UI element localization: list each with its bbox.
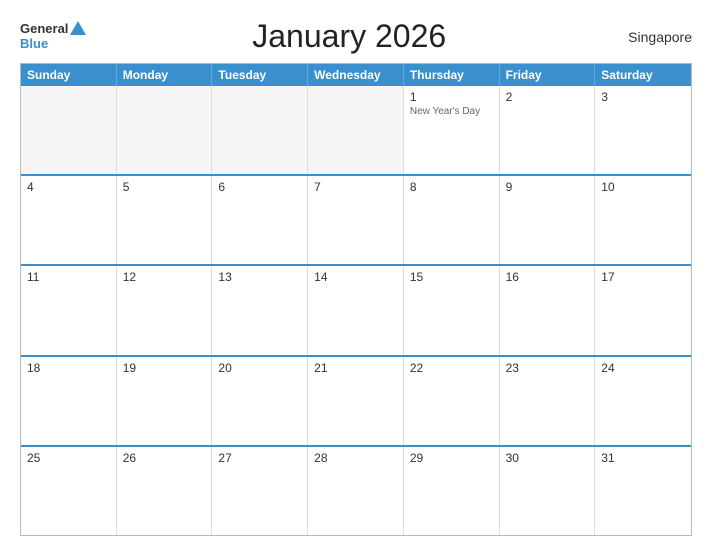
logo: General Blue [20, 22, 86, 51]
day-header-sunday: Sunday [21, 64, 117, 86]
day-cell: 21 [308, 357, 404, 445]
holiday-label: New Year's Day [410, 106, 493, 118]
calendar-grid: SundayMondayTuesdayWednesdayThursdayFrid… [20, 63, 692, 536]
day-cell: 7 [308, 176, 404, 264]
day-number: 11 [27, 270, 110, 284]
day-number: 10 [601, 180, 685, 194]
day-cell: 20 [212, 357, 308, 445]
day-header-saturday: Saturday [595, 64, 691, 86]
calendar-header: General Blue January 2026 Singapore [20, 18, 692, 55]
day-number: 17 [601, 270, 685, 284]
day-number: 18 [27, 361, 110, 375]
day-cell: 18 [21, 357, 117, 445]
day-cell: 9 [500, 176, 596, 264]
day-cell: 12 [117, 266, 213, 354]
day-cell [21, 86, 117, 174]
day-cell: 10 [595, 176, 691, 264]
day-number: 2 [506, 90, 589, 104]
day-number: 30 [506, 451, 589, 465]
day-number: 22 [410, 361, 493, 375]
day-header-monday: Monday [117, 64, 213, 86]
day-number: 26 [123, 451, 206, 465]
region-label: Singapore [612, 29, 692, 45]
day-number: 25 [27, 451, 110, 465]
day-number: 28 [314, 451, 397, 465]
day-number: 3 [601, 90, 685, 104]
day-headers-row: SundayMondayTuesdayWednesdayThursdayFrid… [21, 64, 691, 86]
day-cell: 13 [212, 266, 308, 354]
day-header-thursday: Thursday [404, 64, 500, 86]
day-cell: 30 [500, 447, 596, 535]
day-cell: 31 [595, 447, 691, 535]
day-number: 29 [410, 451, 493, 465]
day-cell: 5 [117, 176, 213, 264]
day-cell: 19 [117, 357, 213, 445]
calendar-title: January 2026 [86, 18, 612, 55]
week-row-3: 11 12 13 14 15 16 17 [21, 264, 691, 354]
day-number: 4 [27, 180, 110, 194]
day-cell: 25 [21, 447, 117, 535]
day-cell [117, 86, 213, 174]
day-cell: 16 [500, 266, 596, 354]
day-cell [212, 86, 308, 174]
calendar-page: General Blue January 2026 Singapore Sund… [0, 0, 712, 550]
day-number: 7 [314, 180, 397, 194]
day-number: 19 [123, 361, 206, 375]
day-number: 8 [410, 180, 493, 194]
logo-block: General Blue [20, 22, 86, 51]
day-cell: 6 [212, 176, 308, 264]
day-cell: 17 [595, 266, 691, 354]
logo-triangle-icon [70, 21, 86, 35]
day-cell: 11 [21, 266, 117, 354]
day-number: 20 [218, 361, 301, 375]
day-number: 15 [410, 270, 493, 284]
day-number: 12 [123, 270, 206, 284]
day-number: 23 [506, 361, 589, 375]
day-header-tuesday: Tuesday [212, 64, 308, 86]
day-header-friday: Friday [500, 64, 596, 86]
day-number: 27 [218, 451, 301, 465]
day-number: 5 [123, 180, 206, 194]
day-cell: 2 [500, 86, 596, 174]
day-number: 16 [506, 270, 589, 284]
day-cell: 3 [595, 86, 691, 174]
day-cell: 4 [21, 176, 117, 264]
day-cell: 22 [404, 357, 500, 445]
day-number: 31 [601, 451, 685, 465]
day-number: 13 [218, 270, 301, 284]
day-cell: 29 [404, 447, 500, 535]
week-row-1: 1 New Year's Day 23 [21, 86, 691, 174]
day-cell [308, 86, 404, 174]
logo-general: General [20, 22, 68, 36]
day-cell: 15 [404, 266, 500, 354]
day-cell: 28 [308, 447, 404, 535]
day-number: 24 [601, 361, 685, 375]
week-row-5: 25 26 27 28 29 30 31 [21, 445, 691, 535]
day-number: 21 [314, 361, 397, 375]
day-cell: 8 [404, 176, 500, 264]
day-number: 1 [410, 90, 493, 104]
day-cell: 23 [500, 357, 596, 445]
day-number: 14 [314, 270, 397, 284]
day-cell: 1 New Year's Day [404, 86, 500, 174]
weeks-container: 1New Year's Day2345678910111213141516171… [21, 86, 691, 535]
week-row-4: 18 19 20 21 22 23 24 [21, 355, 691, 445]
day-number: 9 [506, 180, 589, 194]
day-cell: 27 [212, 447, 308, 535]
day-cell: 26 [117, 447, 213, 535]
week-row-2: 456789 10 [21, 174, 691, 264]
day-cell: 14 [308, 266, 404, 354]
logo-blue: Blue [20, 37, 86, 51]
day-cell: 24 [595, 357, 691, 445]
day-header-wednesday: Wednesday [308, 64, 404, 86]
day-number: 6 [218, 180, 301, 194]
